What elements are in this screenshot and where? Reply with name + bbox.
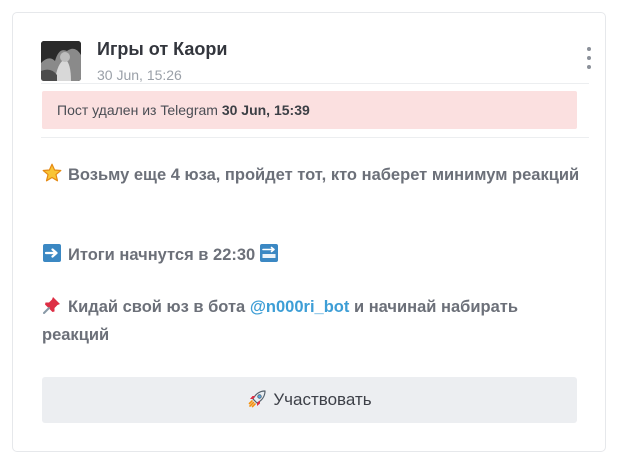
post-card: Игры от Каори 30 Jun, 15:26 Пост удален … — [12, 12, 606, 452]
star-icon — [42, 163, 62, 182]
deleted-banner: Пост удален из Telegram 30 Jun, 15:39 — [42, 91, 577, 129]
message-line-3-before: Кидай свой юз в бота — [68, 298, 246, 316]
message-line-1: Возьму еще 4 юза, пройдет тот, кто набер… — [68, 166, 580, 184]
right-arrow-icon — [43, 244, 61, 262]
channel-name[interactable]: Игры от Каори — [97, 39, 227, 60]
channel-avatar[interactable] — [41, 41, 81, 81]
bot-link[interactable]: @n000ri_bot — [250, 298, 350, 316]
post-date: 30 Jun, 15:26 — [97, 67, 182, 83]
deleted-banner-text: Пост удален из Telegram — [57, 102, 218, 118]
banner-divider — [41, 137, 589, 138]
message-paragraph-1: Возьму еще 4 юза, пройдет тот, кто набер… — [42, 161, 582, 189]
header-divider — [41, 83, 589, 84]
message-line-2: Итоги начнутся в 22:30 — [68, 246, 256, 264]
participate-button[interactable]: Участвовать — [42, 377, 577, 423]
message-paragraph-3: Кидай свой юз в бота @n000ri_bot и начин… — [42, 293, 582, 349]
deleted-banner-date: 30 Jun, 15:39 — [221, 102, 310, 118]
pushpin-icon — [43, 297, 60, 314]
more-vertical-icon[interactable] — [583, 47, 595, 73]
rocket-icon — [249, 390, 266, 408]
avatar-image — [41, 41, 81, 81]
soon-arrow-icon — [260, 244, 279, 262]
message-paragraph-2: Итоги начнутся в 22:30 — [42, 241, 582, 269]
post-header: Игры от Каори 30 Jun, 15:26 — [41, 27, 591, 83]
participate-button-label: Участвовать — [273, 390, 372, 409]
